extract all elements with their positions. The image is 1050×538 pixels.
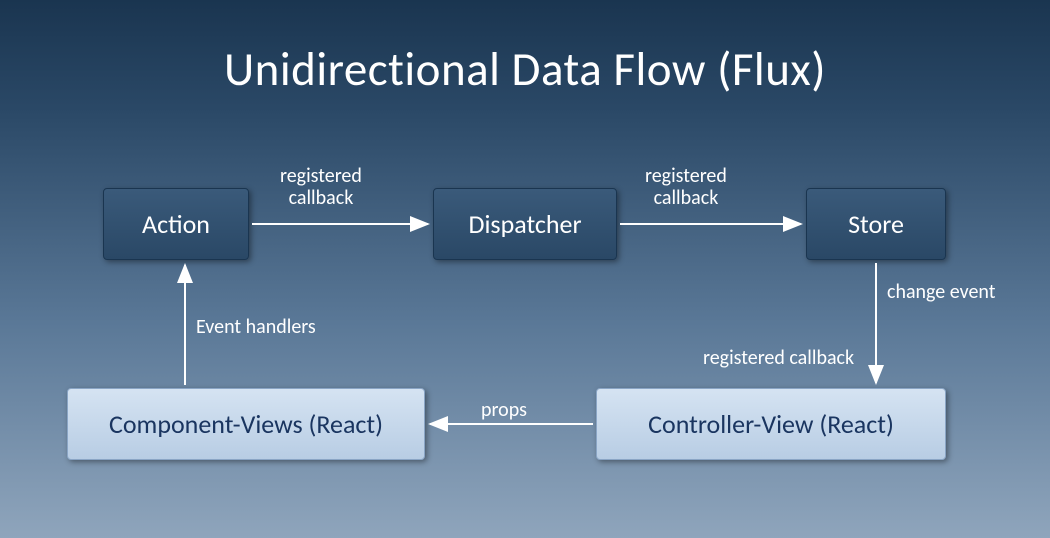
node-label: Component-Views (React) <box>109 408 383 440</box>
node-store: Store <box>806 188 946 260</box>
diagram-canvas: Action Dispatcher Store Component-Views … <box>0 0 1050 538</box>
node-controller-view: Controller-View (React) <box>596 388 946 460</box>
node-dispatcher: Dispatcher <box>433 188 617 260</box>
edge-label-action-dispatcher: registeredcallback <box>280 165 362 209</box>
node-label: Controller-View (React) <box>648 408 894 440</box>
node-action: Action <box>103 188 249 260</box>
node-component-views: Component-Views (React) <box>67 388 425 460</box>
node-label: Dispatcher <box>468 208 581 240</box>
edge-label-component-action: Event handlers <box>196 315 316 339</box>
edge-label-controller-component: props <box>481 398 527 422</box>
edge-label-dispatcher-store: registeredcallback <box>645 165 727 209</box>
node-label: Store <box>848 208 904 240</box>
node-label: Action <box>142 208 210 240</box>
edge-label-store-callback: registered callback <box>703 346 854 370</box>
edge-label-store-change: change event <box>887 280 995 304</box>
